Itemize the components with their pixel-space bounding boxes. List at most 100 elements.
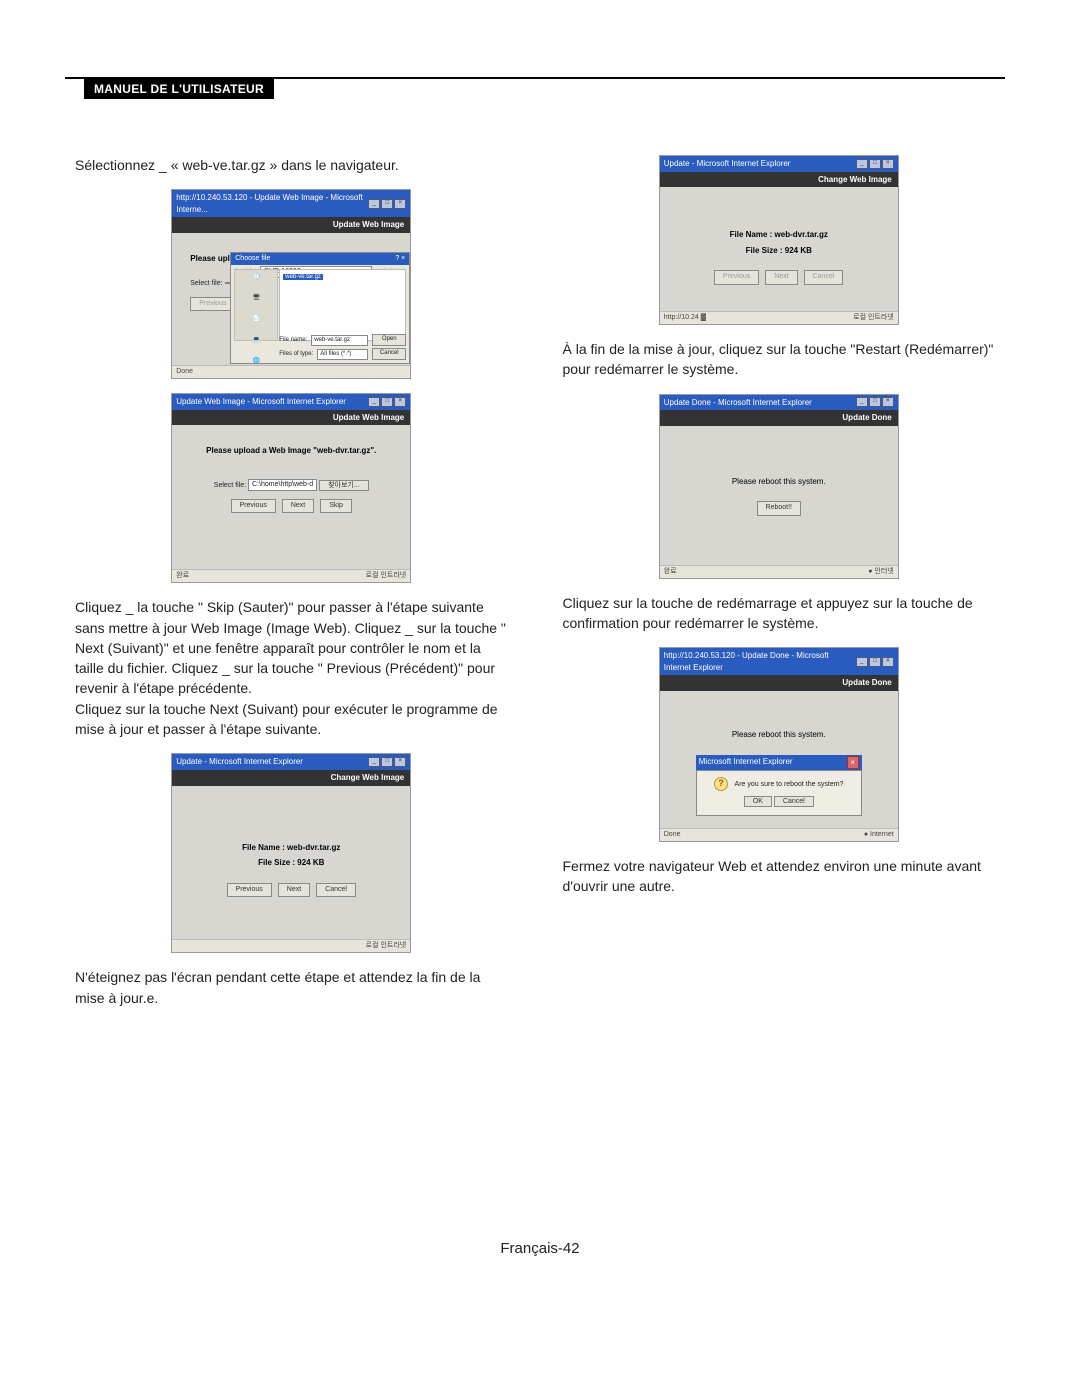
fig-r1-status: http://10.24 ▓ 로컬 인트라넷 — [660, 311, 898, 324]
fig-a-fn-val: web-ve.tar.gz — [311, 335, 368, 346]
fig-r2-winbtns: _□× — [856, 397, 894, 407]
fig-a-fc-bottom: File name: web-ve.tar.gz Open Files of t… — [279, 334, 406, 360]
fig-r2-titlebar: Update Done - Microsoft Internet Explore… — [660, 395, 898, 411]
fig-a-fc-file: web-ve.tar.gz — [283, 274, 323, 280]
right-column: Update - Microsoft Internet Explorer _□×… — [553, 155, 1006, 1008]
fig-r2-status: 완료 ● 인터넷 — [660, 565, 898, 578]
fig-a-fc-title: Choose file ? × — [231, 253, 409, 265]
fig-r2-prompt: Please reboot this system. — [668, 476, 890, 488]
fig-a-ft-lbl: Files of type: — [279, 350, 313, 359]
fig-c-next: Next — [278, 883, 310, 897]
fig-r3-title: http://10.240.53.120 - Update Done - Mic… — [664, 650, 856, 673]
content: Sélectionnez _ « web-ve.tar.gz » dans le… — [65, 155, 1005, 1008]
fig-b-title: Update Web Image - Microsoft Internet Ex… — [176, 396, 346, 408]
fig-r1-titlebar: Update - Microsoft Internet Explorer _□× — [660, 156, 898, 172]
fig-a-status: Done — [172, 365, 410, 378]
fig-b-browse: 찾아보기... — [319, 480, 369, 491]
fig-r1-body: File Name : web-dvr.tar.gz File Size : 9… — [660, 187, 898, 292]
fig-r2-body: Please reboot this system. Reboot!! — [660, 426, 898, 524]
fig-c-titlebar: Update - Microsoft Internet Explorer _□× — [172, 754, 410, 770]
fig-a-fc-title-text: Choose file — [235, 254, 270, 264]
fig-r2-reboot: Reboot!! — [757, 501, 801, 515]
fig-b-prev: Previous — [231, 499, 276, 513]
fig-b-skip: Skip — [320, 499, 352, 513]
fig-r1-fname: File Name : web-dvr.tar.gz — [668, 229, 890, 241]
fig-r1-fsize: File Size : 924 KB — [668, 245, 890, 257]
fig-r3-status-left: Done — [664, 830, 681, 840]
fig-r3-status-right: ● Internet — [864, 830, 894, 840]
left-p4: N'éteignez pas l'écran pendant cette éta… — [75, 967, 508, 1008]
fig-change-image-done: Update - Microsoft Internet Explorer _□×… — [659, 155, 899, 325]
fig-reboot-confirm: http://10.240.53.120 - Update Done - Mic… — [659, 647, 899, 842]
fig-a-fc-side: 🕘🖥📄💻🌐 — [234, 269, 278, 341]
header-band: MANUEL DE L'UTILISATEUR — [84, 79, 274, 99]
fig-r3-body: Please reboot this system. Microsoft Int… — [660, 691, 898, 824]
fig-r1-title: Update - Microsoft Internet Explorer — [664, 158, 791, 170]
right-p1: À la fin de la mise à jour, cliquez sur … — [563, 339, 996, 380]
fig-r3-dlg-text: Are you sure to reboot the system? — [735, 781, 844, 788]
fig-b-select-label: Select file: — [214, 482, 246, 489]
fig-c-winbtns: _□× — [368, 757, 406, 767]
fig-c-body: File Name : web-dvr.tar.gz File Size : 9… — [172, 786, 410, 905]
fig-r1-next: Next — [765, 270, 797, 284]
fig-c-title: Update - Microsoft Internet Explorer — [176, 756, 303, 768]
fig-c-banner: Change Web Image — [172, 770, 410, 786]
fig-b-banner: Update Web Image — [172, 410, 410, 426]
fig-r3-winbtns: _□× — [856, 657, 894, 667]
fig-b-file-input: C:\home\http\web-d — [248, 479, 317, 491]
fig-r3-titlebar: http://10.240.53.120 - Update Done - Mic… — [660, 648, 898, 675]
fig-b-status-right: 로컬 인트라넷 — [366, 571, 407, 581]
fig-r3-status: Done ● Internet — [660, 828, 898, 841]
question-icon: ? — [714, 777, 728, 791]
fig-c-status-right: 로컬 인트라넷 — [366, 941, 407, 951]
page-footer: Français-42 — [0, 1240, 1080, 1257]
fig-reboot: Update Done - Microsoft Internet Explore… — [659, 394, 899, 579]
fig-c-fname: File Name : web-dvr.tar.gz — [180, 842, 402, 854]
fig-r3-cancel: Cancel — [774, 796, 814, 807]
left-p2: Cliquez _ la touche " Skip (Sauter)" pou… — [75, 597, 508, 698]
fig-c-cancel: Cancel — [316, 883, 356, 897]
left-p1: Sélectionnez _ « web-ve.tar.gz » dans le… — [75, 155, 508, 175]
right-p3: Fermez votre navigateur Web et attendez … — [563, 856, 996, 897]
left-column: Sélectionnez _ « web-ve.tar.gz » dans le… — [65, 155, 518, 1008]
fig-a-fc-main: web-ve.tar.gz — [279, 269, 406, 341]
fig-a-titlebar: http://10.240.53.120 - Update Web Image … — [172, 190, 410, 217]
fig-a-cancel: Cancel — [372, 348, 406, 360]
fig-r3-prompt: Please reboot this system. — [668, 729, 890, 741]
fig-r2-status-left: 완료 — [664, 567, 677, 577]
fig-a-open: Open — [372, 334, 406, 346]
fig-a-fn-lbl: File name: — [279, 336, 307, 345]
fig-r2-banner: Update Done — [660, 410, 898, 426]
fig-r1-banner: Change Web Image — [660, 172, 898, 188]
fig-r3-ok: OK — [744, 796, 772, 807]
left-p3: Cliquez sur la touche Next (Suivant) pou… — [75, 699, 508, 740]
fig-c-prev: Previous — [227, 883, 272, 897]
fig-b-next: Next — [282, 499, 314, 513]
fig-b-prompt: Please upload a Web Image "web-dvr.tar.g… — [180, 445, 402, 457]
fig-a-select-label: Select file: — [190, 280, 222, 287]
fig-a-winbtns: _□× — [368, 199, 406, 209]
fig-upload-filled: Update Web Image - Microsoft Internet Ex… — [171, 393, 411, 583]
fig-r1-winbtns: _□× — [856, 159, 894, 169]
fig-r1-prev: Previous — [714, 270, 759, 284]
fig-r3-dlg-body: ? Are you sure to reboot the system? OK … — [696, 770, 862, 816]
fig-b-status: 완료 로컬 인트라넷 — [172, 569, 410, 582]
fig-a-ft-val: All files (*.*) — [317, 349, 368, 360]
fig-r1-status-left: http://10.24 ▓ — [664, 313, 706, 323]
fig-c-fsize: File Size : 924 KB — [180, 857, 402, 869]
right-p2: Cliquez sur la touche de redémarrage et … — [563, 593, 996, 634]
fig-a-status-left: Done — [176, 367, 193, 377]
fig-r1-status-right: 로컬 인트라넷 — [853, 313, 894, 323]
fig-r3-banner: Update Done — [660, 675, 898, 691]
fig-b-winbtns: _□× — [368, 397, 406, 407]
fig-r3-dlg-title: Microsoft Internet Explorer × — [696, 755, 862, 771]
fig-b-status-left: 완료 — [176, 571, 189, 581]
fig-c-status: 로컬 인트라넷 — [172, 939, 410, 952]
fig-r1-cancel: Cancel — [804, 270, 844, 284]
fig-a-banner: Update Web Image — [172, 217, 410, 233]
fig-b-titlebar: Update Web Image - Microsoft Internet Ex… — [172, 394, 410, 410]
fig-upload-with-filechooser: http://10.240.53.120 - Update Web Image … — [171, 189, 411, 379]
fig-r2-status-right: ● 인터넷 — [868, 567, 894, 577]
fig-r2-title: Update Done - Microsoft Internet Explore… — [664, 397, 812, 409]
fig-b-body: Please upload a Web Image "web-dvr.tar.g… — [172, 425, 410, 521]
